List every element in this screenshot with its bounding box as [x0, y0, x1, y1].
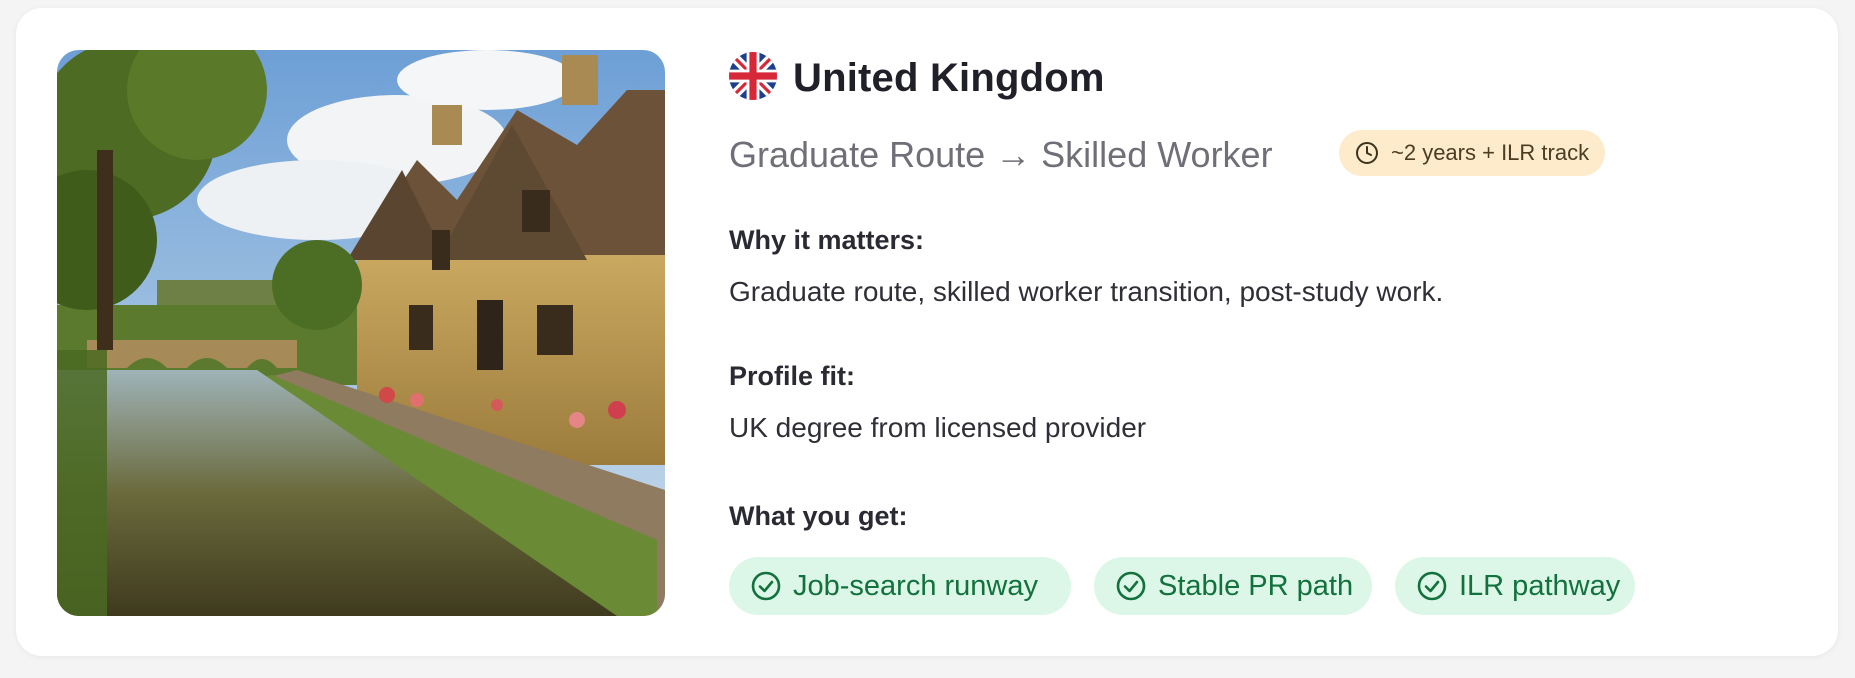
duration-badge-label: ~2 years + ILR track: [1391, 140, 1590, 165]
profile-fit-text: UK degree from licensed provider: [729, 412, 1147, 443]
clock-icon: [1356, 142, 1378, 164]
country-name: United Kingdom: [793, 56, 1105, 100]
benefit-label: Stable PR path: [1158, 570, 1354, 602]
uk-flag-icon: [729, 52, 777, 100]
benefit-label: Job-search runway: [793, 570, 1038, 602]
benefit-chip-ilr: ILR pathway: [1395, 557, 1635, 615]
check-circle-icon: [751, 571, 781, 601]
what-you-get-heading: What you get:: [729, 501, 908, 531]
profile-fit-heading: Profile fit:: [729, 361, 855, 391]
why-it-matters-text: Graduate route, skilled worker transitio…: [729, 276, 1444, 307]
duration-badge: ~2 years + ILR track: [1339, 130, 1605, 176]
check-circle-icon: [1417, 571, 1447, 601]
benefit-chip-job-search: Job-search runway: [729, 557, 1071, 615]
route-title: Graduate Route → Skilled Worker: [729, 134, 1273, 175]
benefit-label: ILR pathway: [1459, 570, 1621, 602]
country-photo: [57, 50, 665, 616]
benefit-chip-pr-path: Stable PR path: [1094, 557, 1372, 615]
why-it-matters-heading: Why it matters:: [729, 225, 925, 255]
check-circle-icon: [1116, 571, 1146, 601]
